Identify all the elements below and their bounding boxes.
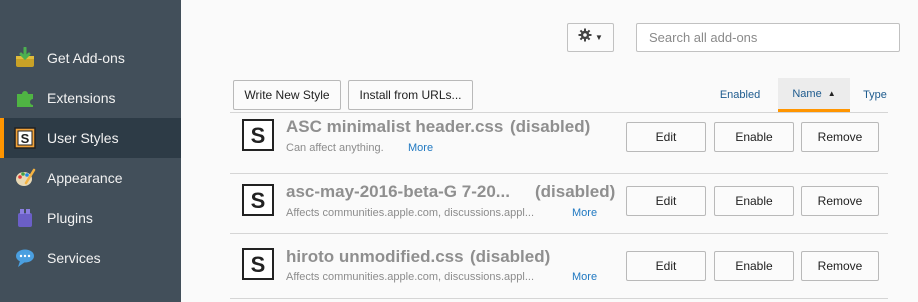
divider	[230, 233, 888, 234]
style-description: Affects communities.apple.com, discussio…	[286, 271, 535, 283]
edit-button[interactable]: Edit	[626, 251, 706, 281]
sort-label: Type	[863, 89, 887, 101]
divider	[230, 298, 888, 299]
style-status: (disabled)	[470, 247, 551, 266]
style-name: asc-may-2016-beta-G 7-20...	[286, 182, 510, 201]
sort-by-enabled[interactable]: Enabled	[712, 78, 768, 112]
sidebar-item-label: Get Add-ons	[47, 50, 125, 66]
stylish-icon: S	[14, 127, 36, 149]
style-status: (disabled)	[535, 182, 616, 201]
svg-text:S: S	[21, 131, 30, 146]
sort-by-name[interactable]: Name ▲	[778, 78, 850, 112]
remove-button[interactable]: Remove	[801, 251, 879, 281]
sidebar-item-label: User Styles	[47, 130, 119, 146]
more-link[interactable]: More	[408, 142, 433, 154]
edit-button[interactable]: Edit	[626, 186, 706, 216]
puzzle-icon	[14, 87, 36, 109]
svg-text:S: S	[251, 123, 266, 148]
sidebar-item-label: Appearance	[47, 170, 123, 186]
sidebar-item-get-addons[interactable]: Get Add-ons	[0, 38, 181, 78]
sidebar-item-user-styles[interactable]: S User Styles	[0, 118, 181, 158]
edit-button[interactable]: Edit	[626, 122, 706, 152]
style-status: (disabled)	[510, 117, 591, 136]
sort-ascending-icon: ▲	[827, 89, 836, 98]
style-description: Affects communities.apple.com, discussio…	[286, 207, 535, 219]
sidebar-item-services[interactable]: Services	[0, 238, 181, 278]
stylish-icon: S	[242, 248, 274, 280]
enable-button[interactable]: Enable	[714, 122, 794, 152]
remove-button[interactable]: Remove	[801, 122, 879, 152]
sort-label: Name	[792, 87, 822, 100]
more-link[interactable]: More	[572, 271, 597, 283]
sidebar-item-appearance[interactable]: Appearance	[0, 158, 181, 198]
gear-icon	[578, 28, 592, 47]
sidebar-item-label: Extensions	[47, 90, 116, 106]
stylish-icon: S	[242, 184, 274, 216]
chat-bubble-icon	[14, 247, 36, 269]
more-link[interactable]: More	[572, 207, 597, 219]
style-name: ASC minimalist header.css	[286, 117, 504, 136]
enable-button[interactable]: Enable	[714, 186, 794, 216]
enable-button[interactable]: Enable	[714, 251, 794, 281]
chevron-down-icon: ▼	[595, 33, 603, 42]
svg-text:S: S	[251, 252, 266, 277]
install-from-urls-button[interactable]: Install from URLs...	[348, 80, 473, 110]
sort-by-type[interactable]: Type	[856, 78, 894, 112]
sidebar-item-label: Services	[47, 250, 101, 266]
remove-button[interactable]: Remove	[801, 186, 879, 216]
style-row[interactable]: S ASC minimalist header.css (disabled) C…	[230, 113, 890, 174]
style-row[interactable]: S asc-may-2016-beta-G 7-20... (disabled)…	[230, 174, 890, 234]
write-new-style-button[interactable]: Write New Style	[233, 80, 341, 110]
sort-label: Enabled	[719, 89, 761, 101]
get-addons-icon	[14, 47, 36, 69]
style-description: Can affect anything.	[286, 142, 384, 154]
style-name: hiroto unmodified.css	[286, 247, 464, 266]
style-row[interactable]: S hiroto unmodified.css (disabled) Affec…	[230, 238, 890, 299]
palette-icon	[14, 167, 36, 189]
search-input[interactable]	[636, 23, 900, 52]
plugin-block-icon	[14, 207, 36, 229]
stylish-icon: S	[242, 119, 274, 151]
sidebar-item-extensions[interactable]: Extensions	[0, 78, 181, 118]
sidebar: Get Add-ons Extensions S User Styles App…	[0, 0, 181, 302]
svg-text:S: S	[251, 188, 266, 213]
sidebar-item-plugins[interactable]: Plugins	[0, 198, 181, 238]
tools-menu-button[interactable]: ▼	[567, 23, 614, 52]
sidebar-item-label: Plugins	[47, 210, 93, 226]
